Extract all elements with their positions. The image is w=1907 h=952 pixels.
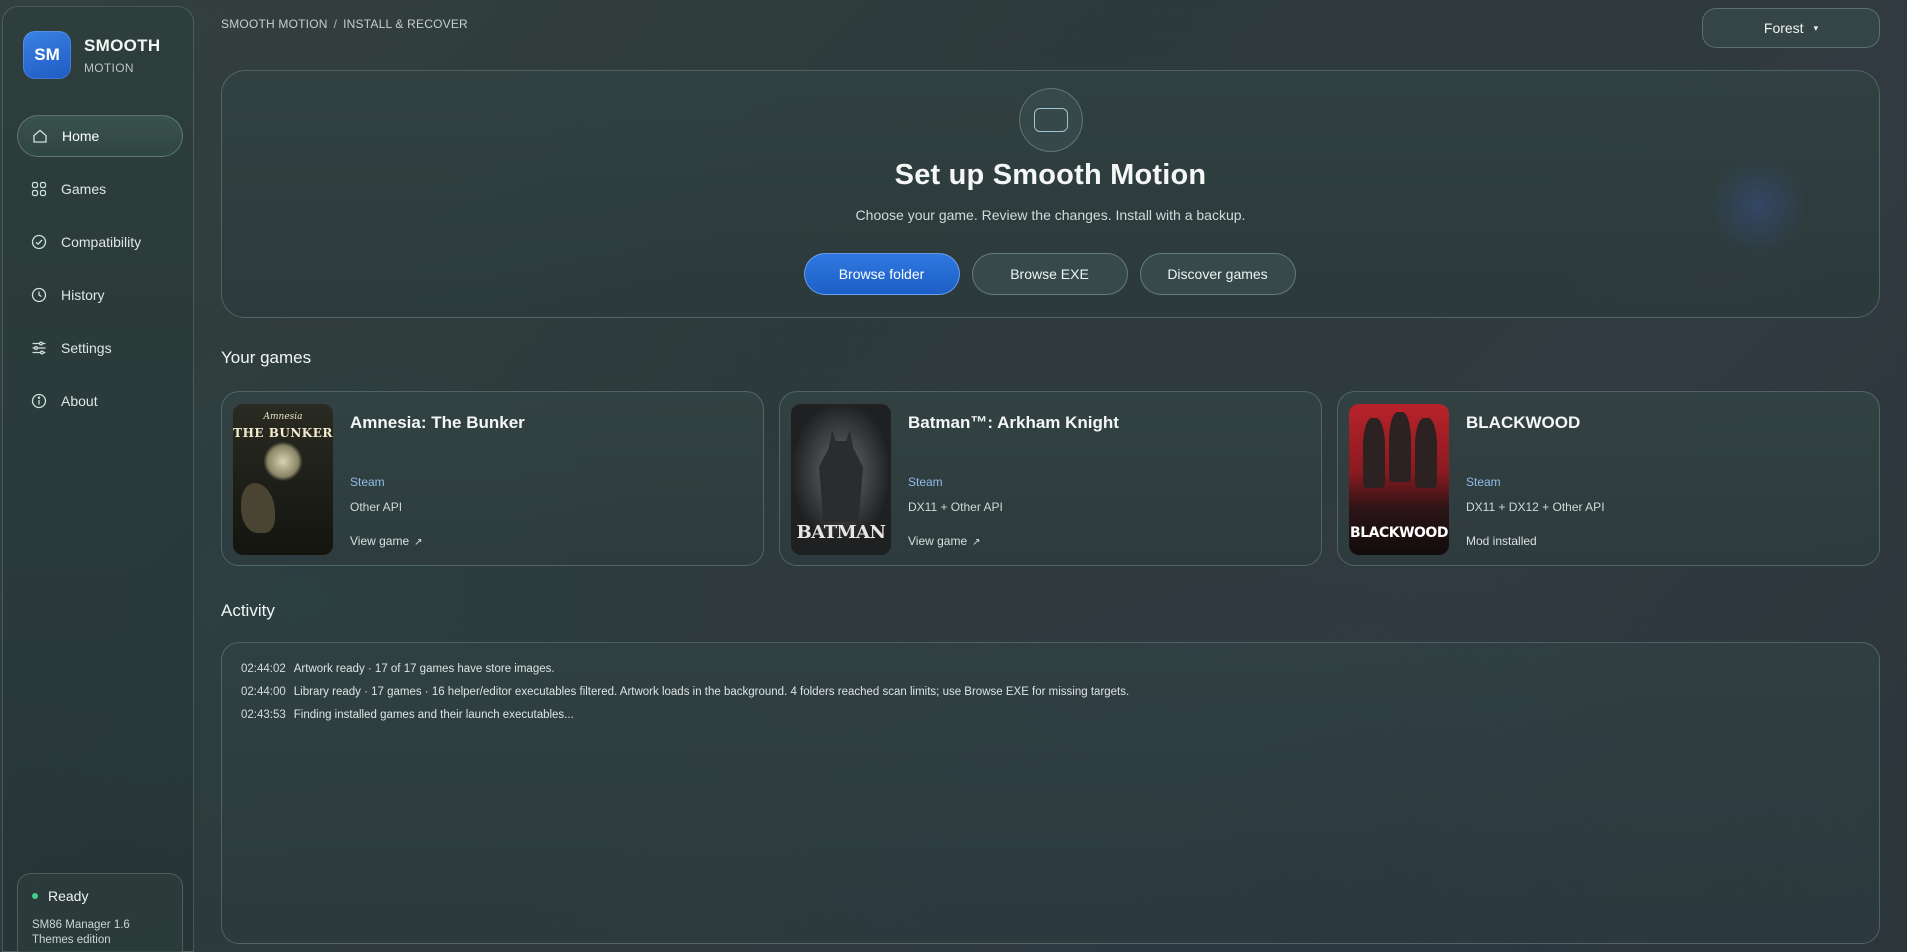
external-link-icon: ↗: [414, 537, 423, 548]
brand: SM SMOOTH MOTION: [23, 31, 160, 79]
game-title: BLACKWOOD: [1466, 413, 1581, 432]
cover-title: BLACKWOOD: [1350, 525, 1448, 541]
chevron-down-icon: ▾: [1813, 22, 1819, 33]
sidebar-item-label: Home: [62, 128, 100, 144]
sidebar-item-settings[interactable]: Settings: [17, 327, 183, 369]
game-api: Other API: [350, 500, 403, 514]
log-message: Artwork ready · 17 of 17 games have stor…: [293, 663, 555, 675]
game-store: Steam: [908, 475, 943, 489]
sidebar-item-games[interactable]: Games: [17, 168, 183, 210]
page-subtitle: Choose your game. Review the changes. In…: [855, 207, 1246, 223]
games-section-title: Your games: [221, 348, 312, 367]
log-time: 02:44:00: [241, 686, 286, 698]
brand-subtitle: MOTION: [84, 60, 134, 75]
sidebar-item-history[interactable]: History: [17, 274, 183, 316]
brand-title: SMOOTH: [84, 35, 161, 55]
log-message: Finding installed games and their launch…: [293, 709, 574, 721]
game-cover-image: BLACKWOOD: [1349, 404, 1449, 555]
sidebar-item-home[interactable]: Home: [17, 115, 183, 157]
log-time: 02:44:02: [241, 663, 286, 675]
page-title: Set up Smooth Motion: [894, 159, 1207, 191]
sidebar-nav: Home Games Compatibility History Setting…: [17, 115, 183, 433]
browse-folder-button[interactable]: Browse folder: [803, 253, 960, 295]
sidebar-item-label: Games: [61, 181, 107, 197]
game-title: Batman™: Arkham Knight: [908, 413, 1119, 432]
log-entry: 02:43:53 Finding installed games and thei…: [241, 709, 1860, 721]
sidebar-item-label: History: [61, 287, 105, 303]
home-icon: [32, 128, 48, 144]
log-entry: 02:44:00 Library ready · 17 games · 16 he…: [241, 686, 1860, 698]
external-link-icon: ↗: [972, 537, 981, 548]
discover-games-button[interactable]: Discover games: [1139, 253, 1296, 295]
clock-icon: [31, 287, 47, 303]
cover-title-line1: Amnesia: [263, 412, 303, 422]
setup-panel: Set up Smooth Motion Choose your game. R…: [221, 70, 1880, 318]
breadcrumb: SMOOTH MOTION / INSTALL & RECOVER: [221, 17, 468, 31]
sidebar-item-about[interactable]: About: [17, 380, 183, 422]
view-game-link[interactable]: View game ↗: [908, 534, 981, 548]
sidebar-item-compatibility[interactable]: Compatibility: [17, 221, 183, 263]
status-dot: [32, 893, 38, 899]
sidebar-item-label: About: [61, 393, 98, 409]
sidebar-item-label: Compatibility: [61, 234, 142, 250]
mod-installed-status: Mod installed: [1466, 534, 1537, 548]
status-label: Ready: [48, 888, 89, 904]
grid-icon: [31, 181, 47, 197]
game-card-blackwood[interactable]: BLACKWOOD BLACKWOOD Steam DX11 + DX12 + …: [1337, 391, 1880, 566]
game-api: DX11 + DX12 + Other API: [1466, 500, 1605, 514]
window-icon-frame: [1034, 108, 1068, 132]
game-card-amnesia[interactable]: Amnesia THE BUNKER Amnesia: The Bunker S…: [221, 391, 764, 566]
log-message: Library ready · 17 games · 16 helper/edi…: [293, 686, 1130, 698]
cover-art-shape: [241, 483, 275, 533]
cover-art-shape: [1415, 418, 1437, 488]
game-store: Steam: [350, 475, 385, 489]
view-game-label: View game: [908, 534, 968, 548]
view-game-link[interactable]: View game ↗: [350, 534, 423, 548]
activity-section-title: Activity: [221, 601, 275, 620]
game-cover-image: BATMAN: [791, 404, 891, 555]
breadcrumb-separator: /: [333, 17, 338, 31]
game-store: Steam: [1466, 475, 1501, 489]
game-api: DX11 + Other API: [908, 500, 1003, 514]
edition-label: Themes edition: [32, 934, 111, 946]
log-entry: 02:44:02 Artwork ready · 17 of 17 games h…: [241, 663, 1860, 675]
breadcrumb-root[interactable]: SMOOTH MOTION: [221, 17, 328, 31]
game-title: Amnesia: The Bunker: [350, 413, 525, 432]
setup-actions: Browse folder Browse EXE Discover games: [222, 253, 1879, 295]
status-row: Ready: [32, 888, 168, 904]
cover-title-line2: THE BUNKER: [233, 426, 333, 440]
theme-selected-value: Forest: [1763, 20, 1804, 36]
brand-logo: SM: [23, 31, 71, 79]
game-card-batman[interactable]: BATMAN Batman™: Arkham Knight Steam DX11…: [779, 391, 1322, 566]
cover-art-shape: [819, 430, 863, 522]
log-time: 02:43:53: [241, 709, 286, 721]
view-game-label: View game: [350, 534, 410, 548]
check-circle-icon: [31, 234, 47, 250]
info-icon: [31, 393, 47, 409]
sidebar: SM SMOOTH MOTION Home Games Compatibilit…: [2, 6, 194, 952]
activity-log: 02:44:02 Artwork ready · 17 of 17 games h…: [221, 642, 1880, 944]
sliders-icon: [31, 340, 47, 356]
breadcrumb-current: INSTALL & RECOVER: [343, 17, 468, 31]
cover-title: BATMAN: [796, 522, 886, 543]
cover-art-shape: [1363, 418, 1385, 488]
theme-select[interactable]: Forest ▾: [1702, 8, 1880, 48]
version-info: SM86 Manager 1.6 Themes edition: [32, 918, 168, 948]
status-card: Ready SM86 Manager 1.6 Themes edition: [17, 873, 183, 952]
sidebar-item-label: Settings: [61, 340, 112, 356]
browse-exe-button[interactable]: Browse EXE: [971, 253, 1128, 295]
game-cover-image: Amnesia THE BUNKER: [233, 404, 333, 555]
version-label: SM86 Manager 1.6: [32, 919, 130, 931]
brand-text: SMOOTH MOTION: [84, 36, 160, 75]
window-icon: [1019, 88, 1083, 152]
cover-art-shape: [1389, 412, 1411, 482]
